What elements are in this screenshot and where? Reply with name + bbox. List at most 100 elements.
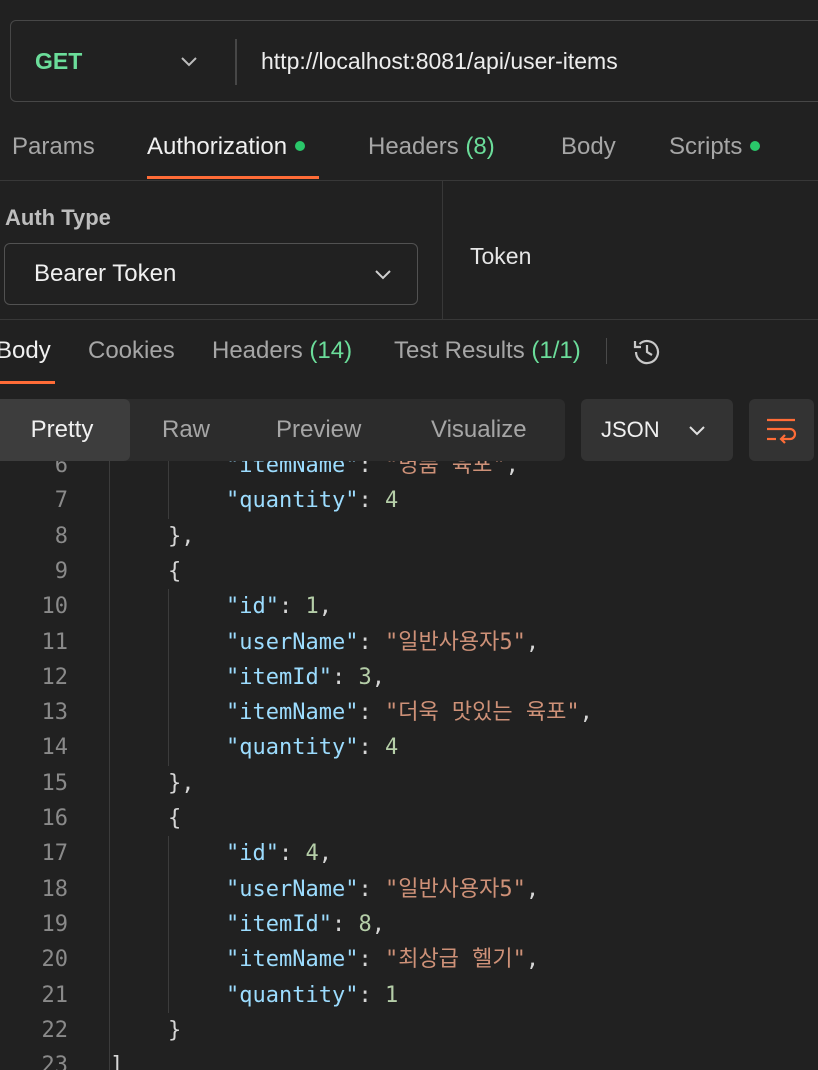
divider: [442, 181, 443, 319]
code-token: },: [168, 523, 195, 549]
code-token: ,: [579, 700, 593, 726]
tab-headers[interactable]: Headers (8): [368, 118, 495, 178]
code-token: "quantity": [226, 735, 359, 761]
code-text: "quantity": 4: [110, 730, 398, 765]
code-token: ]: [110, 1053, 124, 1070]
code-token: ,: [371, 664, 385, 690]
auth-type-value: Bearer Token: [34, 260, 177, 287]
code-token: :: [278, 594, 306, 620]
line-number: 11: [41, 629, 69, 655]
tab-params[interactable]: Params: [12, 118, 95, 178]
http-method-select[interactable]: GET: [35, 21, 82, 101]
status-dot-icon: [750, 140, 761, 151]
code-token: ,: [318, 841, 332, 867]
code-text: "itemName": "더욱 맛있는 육포",: [110, 695, 593, 730]
active-tab-indicator: [0, 381, 55, 384]
tab-scripts[interactable]: Scripts: [669, 118, 761, 178]
code-text: "quantity": 4: [110, 483, 398, 518]
line-number: 17: [41, 841, 69, 867]
code-line: 13 "itemName": "더욱 맛있는 육포",: [0, 695, 818, 730]
auth-type-label: Auth Type: [5, 205, 111, 230]
code-token: 1: [384, 982, 399, 1008]
tab-count: (14): [309, 337, 353, 364]
language-select[interactable]: JSON: [581, 399, 733, 461]
code-line: 15},: [0, 766, 818, 801]
chevron-down-icon: [375, 270, 391, 280]
code-token: "명품 육포": [384, 461, 506, 478]
response-body-viewer[interactable]: 6 "itemName": "명품 육포", 7 "quantity": 4 8}, 9{…: [0, 461, 818, 1070]
language-value: JSON: [601, 417, 660, 442]
format-raw[interactable]: Raw: [162, 399, 210, 461]
url-input[interactable]: http://localhost:8081/api/user-items: [261, 21, 618, 101]
line-number: 19: [41, 911, 69, 937]
line-number: 23: [41, 1053, 69, 1070]
code-token: :: [331, 911, 359, 937]
line-number: 18: [41, 876, 69, 902]
tab-response-body[interactable]: Body: [0, 320, 51, 382]
request-url-bar: GET http://localhost:8081/api/user-items: [10, 20, 818, 102]
code-token: ,: [318, 594, 332, 620]
code-text: "userName": "일반사용자5",: [110, 872, 539, 907]
line-number: 10: [41, 594, 69, 620]
code-token: "itemName": [226, 461, 359, 478]
code-token: 1: [305, 594, 319, 620]
code-token: ,: [505, 461, 519, 478]
code-token: {: [168, 806, 182, 831]
format-preview[interactable]: Preview: [276, 399, 361, 461]
line-number: 7: [54, 488, 68, 514]
auth-type-select[interactable]: Bearer Token: [4, 243, 418, 305]
code-token: "최상급 헬기": [384, 947, 526, 973]
chevron-down-icon: [689, 426, 705, 436]
code-line: 21 "quantity": 1: [0, 978, 818, 1013]
tab-label: Body: [561, 133, 616, 160]
tab-test-results[interactable]: Test Results (1/1): [394, 320, 581, 382]
line-number: 14: [41, 735, 69, 761]
code-line: 8},: [0, 519, 818, 554]
code-token: }: [168, 1017, 182, 1043]
tab-label: Cookies: [88, 337, 175, 364]
code-token: ,: [525, 629, 540, 655]
code-line: 9{: [0, 554, 818, 589]
code-line: 20 "itemName": "최상급 헬기",: [0, 942, 818, 977]
tab-body[interactable]: Body: [561, 118, 616, 178]
format-pretty[interactable]: Pretty: [0, 399, 130, 461]
code-text: },: [110, 519, 195, 554]
line-number: 20: [41, 947, 69, 973]
code-token: "id": [226, 594, 279, 620]
code-token: 4: [384, 488, 399, 514]
tab-label: Headers: [212, 337, 303, 364]
line-number: 22: [41, 1017, 69, 1043]
line-number: 6: [54, 461, 68, 478]
code-line: 22}: [0, 1013, 818, 1048]
code-line: 23]: [0, 1048, 818, 1070]
code-line: 18 "userName": "일반사용자5",: [0, 872, 818, 907]
code-token: :: [358, 982, 385, 1008]
code-text: ]: [110, 1048, 123, 1070]
code-line: 16 {: [0, 801, 818, 836]
line-number: 12: [41, 664, 69, 690]
code-text: {: [110, 801, 181, 836]
code-token: ,: [525, 947, 540, 973]
code-token: ,: [371, 911, 385, 937]
code-token: 4: [305, 841, 319, 867]
tab-response-headers[interactable]: Headers (14): [212, 320, 352, 382]
code-text: "itemName": "최상급 헬기",: [110, 942, 539, 977]
chevron-down-icon[interactable]: [179, 51, 199, 71]
wrap-lines-button[interactable]: [749, 399, 814, 461]
format-visualize[interactable]: Visualize: [431, 399, 527, 461]
code-token: "일반사용자5": [384, 629, 526, 655]
line-number: 21: [41, 982, 69, 1008]
code-token: {: [168, 558, 182, 584]
code-token: :: [358, 876, 385, 902]
code-token: "일반사용자5": [384, 876, 526, 902]
code-token: "quantity": [226, 982, 359, 1008]
tab-cookies[interactable]: Cookies: [88, 320, 175, 382]
tab-label: Params: [12, 133, 95, 160]
code-token: "itemName": [226, 947, 359, 973]
tab-authorization[interactable]: Authorization: [147, 118, 306, 178]
code-line: 11 "userName": "일반사용자5",: [0, 625, 818, 660]
history-icon[interactable]: [630, 335, 664, 369]
auth-section: Auth Type Bearer Token Token: [0, 181, 818, 320]
code-text: "quantity": 1: [110, 978, 398, 1013]
code-token: 4: [384, 735, 399, 761]
